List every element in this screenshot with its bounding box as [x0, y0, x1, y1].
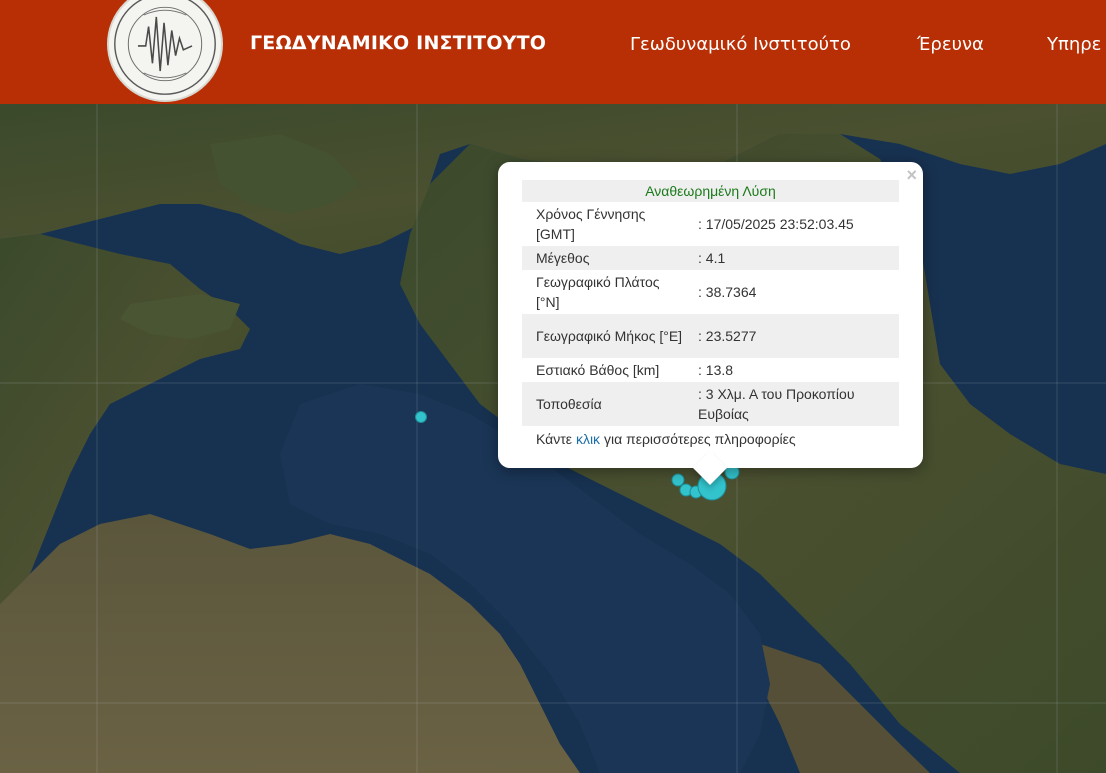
popup-footer: Κάντε κλικ για περισσότερες πληροφορίες: [522, 429, 899, 449]
site-title[interactable]: ΓΕΩΔΥΝΑΜΙΚΟ ΙΝΣΤΙΤΟΥΤΟ: [250, 32, 546, 54]
popup-heading-row: Αναθεωρημένη Λύση: [522, 180, 899, 202]
close-icon[interactable]: ×: [906, 166, 917, 184]
nav-item-services[interactable]: Υπηρε: [1047, 34, 1101, 55]
earthquake-marker[interactable]: [415, 411, 427, 423]
location-label: Τοποθεσία: [522, 382, 684, 426]
magnitude-value: : 4.1: [684, 246, 899, 270]
table-row: Γεωγραφικό Πλάτος [°N] : 38.7364: [522, 270, 899, 314]
origin-time-label: Χρόνος Γέννησης [GMT]: [522, 202, 684, 246]
nav-item-research[interactable]: Έρευνα: [917, 34, 984, 55]
table-row: Μέγεθος : 4.1: [522, 246, 899, 270]
earthquake-marker[interactable]: [671, 473, 685, 487]
table-row: Εστιακό Βάθος [km] : 13.8: [522, 358, 899, 382]
table-row: Χρόνος Γέννησης [GMT] : 17/05/2025 23:52…: [522, 202, 899, 246]
origin-time-value: : 17/05/2025 23:52:03.45: [684, 202, 899, 246]
longitude-label: Γεωγραφικό Μήκος [°E]: [522, 314, 684, 358]
page: ΓΕΩΔΥΝΑΜΙΚΟ ΙΝΣΤΙΤΟΥΤΟ Γεωδυναμικό Ινστι…: [0, 0, 1106, 773]
popup-heading: Αναθεωρημένη Λύση: [522, 180, 899, 202]
footer-prefix: Κάντε: [536, 431, 573, 447]
depth-value: : 13.8: [684, 358, 899, 382]
location-value: : 3 Χλμ. Α του Προκοπίου Ευβοίας: [684, 382, 899, 426]
seismograph-seal-icon: [114, 0, 216, 95]
earthquake-details-table: Αναθεωρημένη Λύση Χρόνος Γέννησης [GMT] …: [522, 180, 899, 426]
latitude-value: : 38.7364: [684, 270, 899, 314]
footer-suffix: για περισσότερες πληροφορίες: [603, 431, 796, 447]
depth-label: Εστιακό Βάθος [km]: [522, 358, 684, 382]
institute-logo[interactable]: [107, 0, 223, 102]
latitude-label: Γεωγραφικό Πλάτος [°N]: [522, 270, 684, 314]
nav-item-institute[interactable]: Γεωδυναμικό Ινστιτούτο: [630, 34, 851, 55]
longitude-value: : 23.5277: [684, 314, 899, 358]
magnitude-label: Μέγεθος: [522, 246, 684, 270]
table-row: Τοποθεσία : 3 Χλμ. Α του Προκοπίου Ευβοί…: [522, 382, 899, 426]
top-navigation-bar: ΓΕΩΔΥΝΑΜΙΚΟ ΙΝΣΤΙΤΟΥΤΟ Γεωδυναμικό Ινστι…: [0, 0, 1106, 104]
more-info-link[interactable]: κλικ: [576, 431, 600, 447]
table-row: Γεωγραφικό Μήκος [°E] : 23.5277: [522, 314, 899, 358]
earthquake-info-popup: × Αναθεωρημένη Λύση Χρόνος Γέννησης [GMT…: [498, 162, 923, 485]
